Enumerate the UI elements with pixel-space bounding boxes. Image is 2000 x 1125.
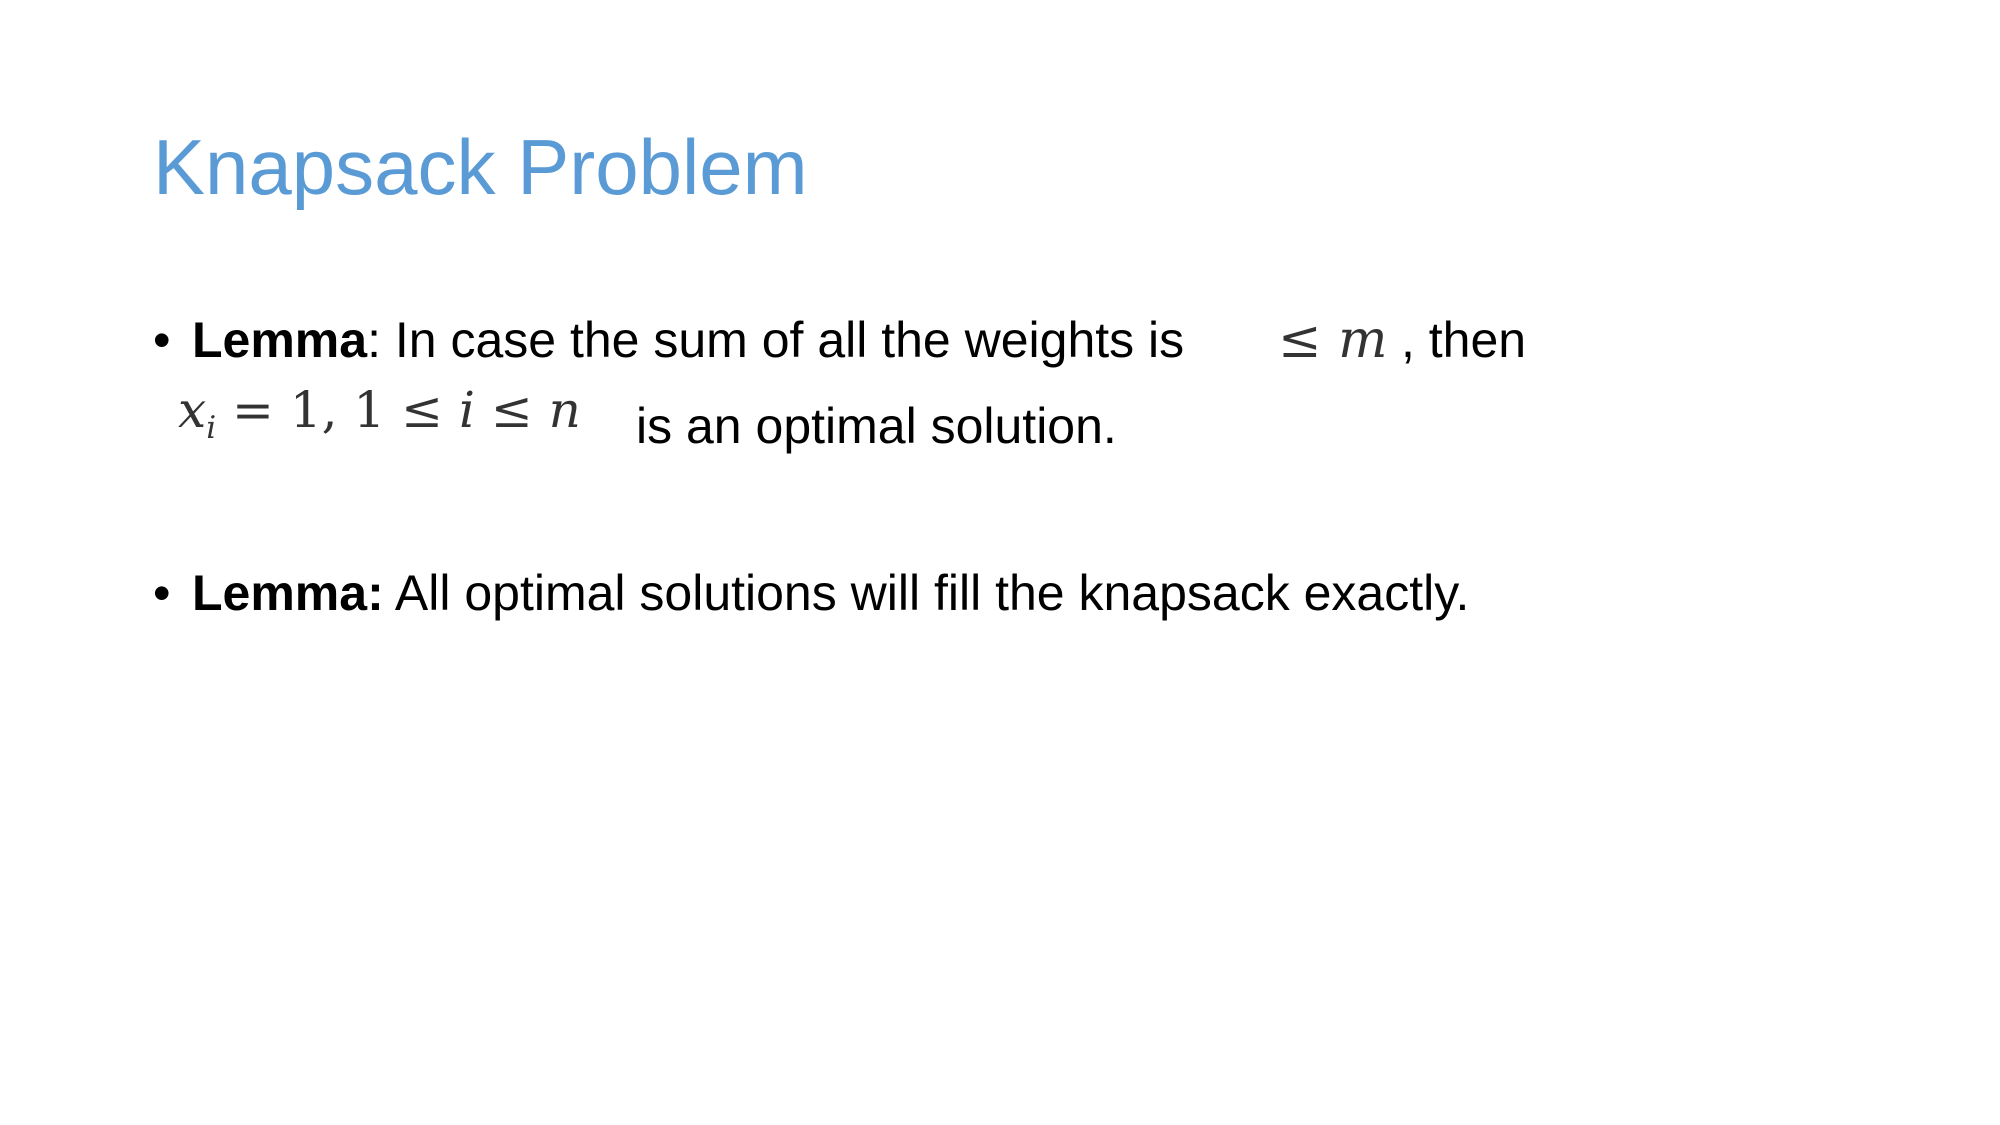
bullet-dot: •	[153, 565, 171, 621]
math-variable: x	[178, 381, 207, 439]
bullet-1-line-2: is an optimal solution.	[636, 396, 1117, 456]
math-symbol: ≤	[490, 381, 533, 439]
bullet-1-line-1: Lemma: In case the sum of all the weight…	[192, 310, 1184, 370]
slide-title: Knapsack Problem	[153, 123, 808, 211]
bullet-text: , then	[1401, 312, 1527, 368]
math-leq-m: ≤ m	[1278, 310, 1387, 370]
bullet-text: is an optimal solution.	[636, 398, 1117, 454]
math-variable: i	[458, 381, 475, 439]
math-symbol: ≤	[401, 381, 444, 439]
bullet-text: All optimal solutions will fill the knap…	[383, 565, 1470, 621]
math-subscript: i	[206, 409, 217, 446]
bullet-dot: •	[153, 312, 171, 368]
lemma-label: Lemma	[192, 312, 368, 368]
lemma-colon: :	[367, 312, 381, 368]
math-expression: = 1, 1	[232, 381, 386, 439]
math-xi-range: xi = 1, 1 ≤ i ≤ n	[178, 380, 581, 458]
bullet-1-line-1-end: , then	[1401, 310, 1526, 370]
math-variable: m	[1338, 310, 1388, 370]
bullet-text: In case the sum of all the weights is	[380, 312, 1185, 368]
bullet-2-line-1: Lemma: All optimal solutions will fill t…	[192, 563, 1469, 623]
lemma-label: Lemma:	[192, 565, 384, 621]
math-variable: n	[548, 381, 581, 439]
math-symbol: ≤	[1278, 310, 1322, 370]
